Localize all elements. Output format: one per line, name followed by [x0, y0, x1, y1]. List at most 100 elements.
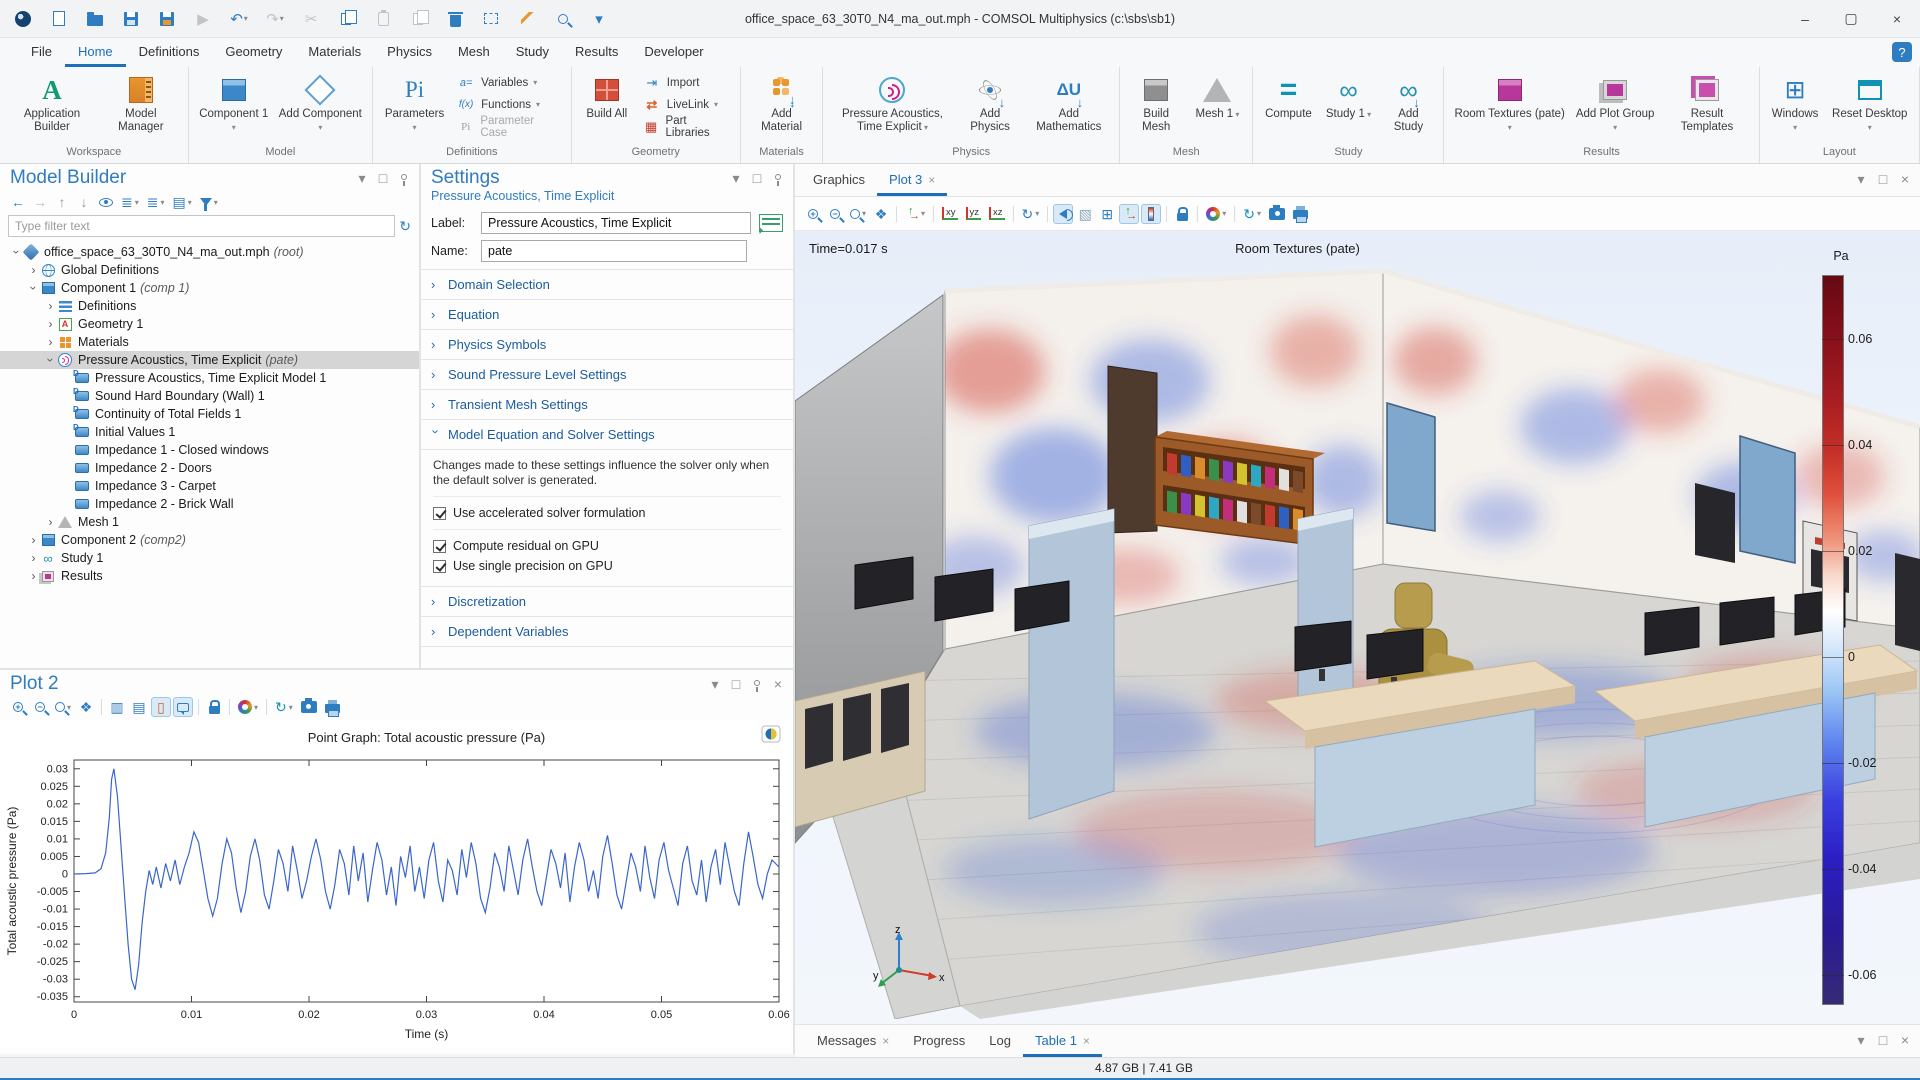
settings-panel-pin[interactable]: [771, 171, 785, 186]
tree-item-definitions[interactable]: › Definitions: [0, 297, 419, 315]
section-model-equation-and-solver-settings[interactable]: › Model Equation and Solver Settings: [421, 420, 793, 450]
plot2-color-theme-button[interactable]: ▾: [235, 697, 261, 717]
menu-file[interactable]: File: [18, 38, 65, 67]
gfx-show-colorbar-button[interactable]: [1141, 203, 1162, 224]
gfx-zoom-in-button[interactable]: +: [803, 204, 823, 224]
checkbox-icon[interactable]: [433, 539, 446, 553]
ribbon-button-add-component[interactable]: Add Component ▾: [275, 71, 366, 143]
gfx-zoom-box-button[interactable]: ▾: [847, 204, 869, 224]
copy-icon[interactable]: [336, 8, 358, 30]
select-region-icon[interactable]: [480, 8, 502, 30]
ribbon-button-room-textures-pate[interactable]: Room Textures (pate) ▾: [1450, 71, 1568, 143]
plot2-print-button[interactable]: [322, 697, 343, 717]
section-sound-pressure-level-settings[interactable]: › Sound Pressure Level Settings: [421, 360, 793, 390]
ribbon-button-application-builder[interactable]: A Application Builder: [6, 71, 98, 143]
gfx-view-xy-button[interactable]: xy: [939, 204, 961, 224]
tab-log[interactable]: Log: [977, 1027, 1023, 1057]
plot2-snapshot-button[interactable]: [298, 697, 320, 717]
ribbon-button-study-1[interactable]: ∞ Study 1 ▾: [1319, 71, 1377, 143]
mb-collapse-all-button[interactable]: ≣ ▾: [144, 192, 168, 212]
plot2-grid-horizontal-button[interactable]: ▤: [129, 697, 149, 717]
graphics-panel-float[interactable]: □: [1876, 172, 1890, 186]
mb-model-tree-nodes-button[interactable]: ▤ ▾: [170, 192, 195, 212]
delete-icon[interactable]: [444, 8, 466, 30]
app-logo-icon[interactable]: [12, 8, 34, 30]
tree-item-pressure-acoustics-time-explicit-model-1[interactable]: Pressure Acoustics, Time Explicit Model …: [0, 369, 419, 387]
section-physics-symbols[interactable]: › Physics Symbols: [421, 330, 793, 360]
tab-plot-3[interactable]: Plot 3 ×: [877, 166, 948, 196]
menu-home[interactable]: Home: [64, 38, 126, 67]
gfx-lock-axes-button[interactable]: [1172, 204, 1192, 224]
ribbon-button-import[interactable]: ⇥ Import: [642, 73, 730, 92]
ribbon-button-add-study[interactable]: ∞ Add Study: [1379, 71, 1437, 143]
ribbon-button-parameters[interactable]: Pi Parameters ▾: [379, 71, 450, 143]
open-file-icon[interactable]: [84, 8, 106, 30]
mb-expand-all-button[interactable]: ≣ ▾: [118, 192, 142, 212]
tree-item-office-space-63-30t0-n4-ma-out-mph[interactable]: › office_space_63_30T0_N4_ma_out.mph (root…: [0, 243, 419, 261]
gfx-sound-button[interactable]: [1053, 203, 1074, 224]
plot2-lock-axes-button[interactable]: [204, 697, 224, 717]
close-icon[interactable]: ×: [1083, 1034, 1090, 1048]
cut-icon[interactable]: ✂: [300, 8, 322, 30]
tree-item-impedance-2-doors[interactable]: Impedance 2 - Doors: [0, 459, 419, 477]
ribbon-button-result-templates[interactable]: Result Templates: [1661, 71, 1752, 143]
plot2-panel-close[interactable]: ×: [771, 677, 785, 691]
tree-expander-icon[interactable]: ›: [44, 317, 57, 331]
gfx-print-button[interactable]: [1290, 204, 1311, 224]
tree-expander-icon[interactable]: ›: [44, 354, 58, 367]
ribbon-button-windows[interactable]: ⊞ Windows ▾: [1766, 71, 1825, 143]
ribbon-button-add-physics[interactable]: Add Physics: [957, 71, 1022, 143]
redo-icon[interactable]: ↷ ▾: [264, 8, 286, 30]
ribbon-button-model-manager[interactable]: Model Manager: [100, 71, 182, 143]
run-icon[interactable]: ▶: [192, 8, 214, 30]
menu-geometry[interactable]: Geometry: [212, 38, 295, 67]
menu-study[interactable]: Study: [503, 38, 562, 67]
bottom-panel-float[interactable]: □: [1876, 1033, 1890, 1047]
settings-panel-menu[interactable]: ▾: [729, 171, 743, 185]
tree-item-study-1[interactable]: › ∞ Study 1: [0, 549, 419, 567]
maximize-button[interactable]: ▢: [1828, 0, 1874, 37]
graphics-panel-menu[interactable]: ▾: [1854, 172, 1868, 186]
mb-nav-forward-button[interactable]: →: [30, 192, 50, 212]
ribbon-button-functions[interactable]: f(x) Functions ▾: [456, 95, 561, 114]
section-dependent-variables[interactable]: › Dependent Variables: [421, 617, 793, 647]
plot2-annotations-button[interactable]: [173, 697, 194, 717]
tree-expander-icon[interactable]: ›: [44, 335, 57, 349]
plot2-zoom-box-button[interactable]: ▾: [52, 697, 74, 717]
save-icon[interactable]: [120, 8, 142, 30]
tree-item-geometry-1[interactable]: › A Geometry 1: [0, 315, 419, 333]
plot2-auto-update-button[interactable]: ↻ ▾: [272, 697, 296, 717]
ribbon-button-add-material[interactable]: Add Material: [747, 71, 817, 143]
menu-physics[interactable]: Physics: [374, 38, 445, 67]
tree-item-impedance-1-closed-windows[interactable]: Impedance 1 - Closed windows: [0, 441, 419, 459]
plot2-zoom-in-button[interactable]: +: [8, 697, 28, 717]
gfx-view-yz-button[interactable]: yz: [963, 204, 985, 224]
tab-progress[interactable]: Progress: [901, 1027, 977, 1057]
ribbon-button-reset-desktop[interactable]: Reset Desktop ▾: [1827, 71, 1913, 143]
tab-graphics[interactable]: Graphics: [801, 166, 877, 196]
tree-expander-icon[interactable]: ›: [44, 299, 57, 313]
gfx-snapshot-button[interactable]: [1266, 204, 1288, 224]
ribbon-button-component-1[interactable]: Component 1 ▾: [195, 71, 273, 143]
close-icon[interactable]: ×: [882, 1034, 889, 1048]
close-icon[interactable]: ×: [928, 173, 935, 187]
tree-expander-icon[interactable]: ›: [27, 569, 40, 583]
section-equation[interactable]: › Equation: [421, 300, 793, 330]
tree-filter-input[interactable]: [8, 215, 396, 237]
gfx-default-view-button[interactable]: ▾: [902, 204, 928, 224]
tree-expander-icon[interactable]: ›: [27, 551, 40, 565]
menu-mesh[interactable]: Mesh: [445, 38, 503, 67]
tree-item-pressure-acoustics-time-explicit[interactable]: › Pressure Acoustics, Time Explicit (pate): [0, 351, 419, 369]
tab-table-1[interactable]: Table 1 ×: [1023, 1027, 1102, 1057]
menu-results[interactable]: Results: [562, 38, 631, 67]
label-input[interactable]: [481, 212, 751, 234]
gfx-transparency-button[interactable]: ▧: [1075, 204, 1095, 224]
plot2-zoom-extents-button[interactable]: ❖: [76, 697, 96, 717]
mb-panel-menu[interactable]: ▾: [355, 171, 369, 185]
tree-expander-icon[interactable]: ›: [44, 515, 57, 529]
ribbon-button-pressure-acoustics-time-explicit[interactable]: Pressure Acoustics, Time Explicit ▾: [829, 71, 955, 143]
gfx-rotate-button[interactable]: ↻ ▾: [1019, 204, 1043, 224]
paste-icon[interactable]: [372, 8, 394, 30]
settings-panel-float[interactable]: □: [750, 171, 764, 185]
ribbon-button-build-mesh[interactable]: Build Mesh: [1126, 71, 1187, 143]
